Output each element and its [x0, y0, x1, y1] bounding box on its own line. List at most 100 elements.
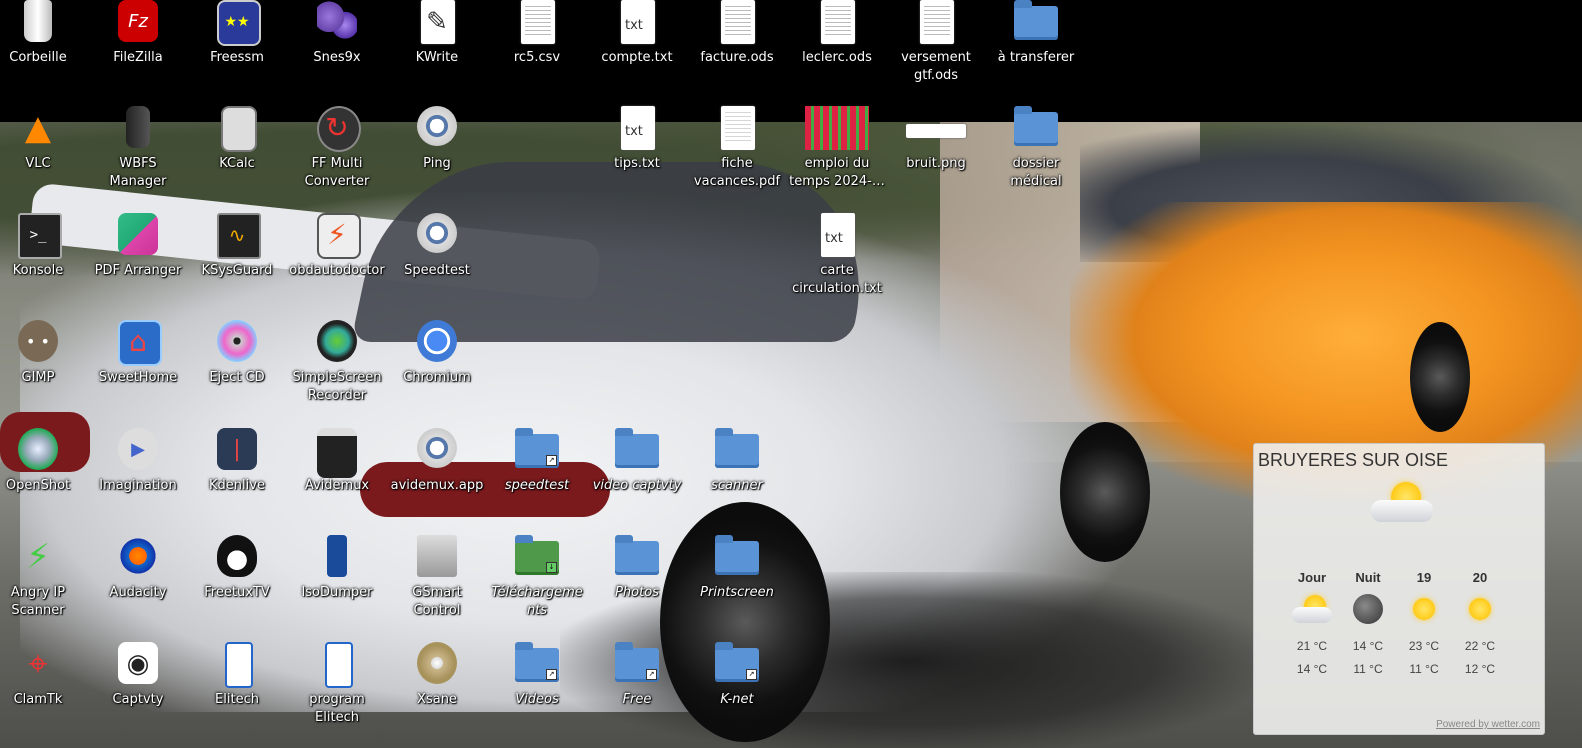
desktop-icon-kcalc[interactable]: KCalc: [189, 106, 285, 173]
xsane-icon: [413, 642, 461, 686]
desktop-icon-eject-cd[interactable]: Eject CD: [189, 320, 285, 387]
desktop-icon-label: versement gtf.ods: [901, 50, 971, 83]
desktop-icon-facture-ods[interactable]: facture.ods: [689, 0, 785, 67]
desktop-icon-angry-ip-scanner[interactable]: ⚡ Angry IP Scanner: [0, 535, 86, 620]
kwrite-icon: ✎: [413, 0, 461, 44]
desktop-icon-pdf-arranger[interactable]: PDF Arranger: [90, 213, 186, 280]
desktop-icon-photos[interactable]: Photos: [589, 535, 685, 602]
kcalc-icon: [213, 106, 261, 152]
desktop-icon-emploi-du-temps[interactable]: emploi du temps 2024-…: [789, 106, 885, 191]
folder-link-icon: ↗: [513, 428, 561, 472]
desktop-icon-rc5-csv[interactable]: rc5.csv: [489, 0, 585, 67]
konsole-icon: >_: [14, 213, 62, 259]
desktop-icon-label: FF Multi Converter: [304, 156, 370, 189]
vlc-icon: ▲: [24, 108, 52, 148]
desktop-icon-label: WBFS Manager: [109, 156, 167, 189]
desktop-icon-elitech[interactable]: Elitech: [189, 642, 285, 709]
desktop-icon-telechargements[interactable]: ↓ Téléchargements: [489, 535, 585, 620]
desktop-icon-label: Kdenlive: [209, 478, 265, 493]
desktop-icon-label: carte circulation.txt: [792, 263, 882, 296]
folder-icon: [1012, 106, 1060, 150]
desktop-icon-speedtest-link[interactable]: ↗ speedtest: [489, 428, 585, 495]
desktop-icon-compte-txt[interactable]: txt compte.txt: [589, 0, 685, 67]
desktop-icon-gsmart-control[interactable]: GSmart Control: [389, 535, 485, 620]
desktop-icon-corbeille[interactable]: Corbeille: [0, 0, 86, 67]
desktop-icon-scanner[interactable]: scanner: [689, 428, 785, 495]
forecast-label: 19: [1416, 570, 1432, 585]
desktop-icon-speedtest-app[interactable]: Speedtest: [389, 213, 485, 280]
desktop-icon-label: Ping: [423, 156, 451, 171]
desktop-icon-label: Speedtest: [404, 263, 470, 278]
desktop-icon-label: Videos: [515, 692, 559, 707]
forecast-label: Jour: [1297, 570, 1327, 585]
desktop-icon-imagination[interactable]: ▶ Imagination: [90, 428, 186, 495]
obd-icon: ⚡: [313, 213, 361, 259]
desktop-icon-konsole[interactable]: >_ Konsole: [0, 213, 86, 280]
desktop-icon-tips-txt[interactable]: txt tips.txt: [589, 106, 685, 173]
forecast-col-jour: Jour 21 °C 14 °C: [1284, 570, 1340, 681]
desktop-icon-snes9x[interactable]: Snes9x: [289, 0, 385, 67]
forecast-label: Nuit: [1355, 570, 1381, 585]
forecast-high: 23 °C: [1408, 639, 1440, 653]
desktop-icon-dossier-medical[interactable]: dossier médical: [988, 106, 1084, 191]
desktop-icon-filezilla[interactable]: Fz FileZilla: [90, 0, 186, 67]
desktop-icon-simplescreenrecorder[interactable]: SimpleScreen Recorder: [289, 320, 385, 405]
desktop-icon-label: video captvty: [592, 478, 682, 493]
desktop-icon-chromium[interactable]: Chromium: [389, 320, 485, 387]
desktop-icon-freessm[interactable]: ★★ Freessm: [189, 0, 285, 67]
trash-icon: [14, 0, 62, 44]
desktop-icon-carte-circulation-txt[interactable]: txt carte circulation.txt: [789, 213, 885, 298]
desktop-icon-leclerc-ods[interactable]: leclerc.ods: [789, 0, 885, 67]
pdfarranger-icon: [114, 213, 162, 257]
desktop-icon-label: KWrite: [415, 50, 459, 65]
desktop-icon-bruit-png[interactable]: bruit.png: [888, 106, 984, 173]
moon-icon: [1348, 591, 1388, 627]
desktop-icon-freetuxtv[interactable]: FreetuxTV: [189, 535, 285, 602]
desktop-icon-avidemux[interactable]: Avidemux: [289, 428, 385, 495]
forecast-col-nuit: Nuit 14 °C 11 °C: [1340, 570, 1396, 681]
weather-widget[interactable]: BRUYERES SUR OISE Jour 21 °C 14 °C Nuit …: [1253, 443, 1545, 735]
desktop-icon-label: Printscreen: [700, 585, 774, 600]
desktop-icon-kwrite[interactable]: ✎ KWrite: [389, 0, 485, 67]
desktop-icon-a-transferer[interactable]: à transferer: [988, 0, 1084, 67]
desktop-icon-ping[interactable]: Ping: [389, 106, 485, 173]
desktop-icon-label: dossier médical: [1010, 156, 1062, 189]
desktop-icon-k-net[interactable]: ↗ K-net: [689, 642, 785, 709]
desktop-icon-label: Snes9x: [313, 50, 361, 65]
desktop-icon-wbfs-manager[interactable]: WBFS Manager: [90, 106, 186, 191]
usb-icon: [313, 535, 361, 579]
desktop-icon-program-elitech[interactable]: program Elitech: [289, 642, 385, 727]
desktop-icon-isodumper[interactable]: IsoDumper: [289, 535, 385, 602]
folder-icon: [713, 535, 761, 579]
desktop-icon-obdautodoctor[interactable]: ⚡ obdautodoctor: [289, 213, 385, 280]
desktop-icon-label: facture.ods: [700, 50, 774, 65]
desktop-icon-label: Téléchargements: [491, 585, 583, 618]
desktop-icon-clamtk[interactable]: ⌖ ClamTk: [0, 642, 86, 709]
desktop-icon-video-captvty[interactable]: video captvty: [589, 428, 685, 495]
desktop-icon-gimp[interactable]: • • GIMP: [0, 320, 86, 387]
desktop-icon-xsane[interactable]: Xsane: [389, 642, 485, 709]
desktop-icon-sweethome[interactable]: ⌂ SweetHome: [90, 320, 186, 387]
desktop-icon-free[interactable]: ↗ Free: [589, 642, 685, 709]
desktop-icon-captvty[interactable]: ◉ Captvty: [90, 642, 186, 709]
desktop-icon-ff-multi-converter[interactable]: ↻ FF Multi Converter: [289, 106, 385, 191]
desktop-icon-vlc[interactable]: ▲ VLC: [0, 106, 86, 173]
forecast-high: 22 °C: [1464, 639, 1496, 653]
powered-by-link[interactable]: Powered by wetter.com: [1436, 719, 1540, 730]
elitech-icon: [213, 642, 261, 688]
desktop-icon-openshot[interactable]: OpenShot: [0, 428, 86, 495]
desktop-icon-printscreen[interactable]: Printscreen: [689, 535, 785, 602]
chromium-icon: [413, 320, 461, 364]
desktop-icon-avidemux-app[interactable]: avidemux.app: [389, 428, 485, 495]
forecast-high: 14 °C: [1352, 639, 1384, 653]
desktop-icon-kdenlive[interactable]: | Kdenlive: [189, 428, 285, 495]
desktop-icon-videos[interactable]: ↗ Videos: [489, 642, 585, 709]
hdd-icon: [413, 535, 461, 579]
spreadsheet-icon: [813, 0, 861, 44]
desktop-icon-ksysguard[interactable]: ∿ KSysGuard: [189, 213, 285, 280]
desktop-icon-label: bruit.png: [906, 156, 966, 171]
desktop-icon-versement-gtf-ods[interactable]: versement gtf.ods: [888, 0, 984, 85]
desktop-icon-fiche-vacances-pdf[interactable]: fiche vacances.pdf: [689, 106, 785, 191]
desktop-icon-audacity[interactable]: Audacity: [90, 535, 186, 602]
desktop-icon-label: scanner: [711, 478, 763, 493]
